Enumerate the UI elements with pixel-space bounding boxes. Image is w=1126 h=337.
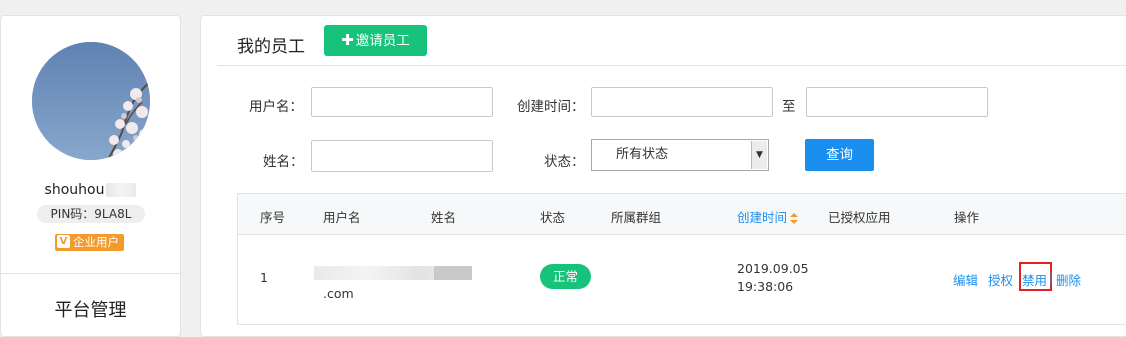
authorize-link[interactable]: 授权 xyxy=(988,270,1013,289)
created-time-label: 创建时间： xyxy=(517,99,585,115)
query-button[interactable]: 查询 xyxy=(805,139,874,171)
col-status: 状态 xyxy=(540,210,566,225)
col-group: 所属群组 xyxy=(611,210,662,225)
row-index: 1 xyxy=(260,270,268,285)
edit-link[interactable]: 编辑 xyxy=(953,270,978,289)
status-label: 状态： xyxy=(544,154,585,170)
platform-menu[interactable]: 平台管理 xyxy=(1,296,180,322)
created-end-input[interactable] xyxy=(806,87,988,117)
username-redacted-dark xyxy=(434,266,472,280)
col-created-sort[interactable]: 创建时间 xyxy=(737,207,799,226)
col-index: 序号 xyxy=(260,210,286,225)
col-apps: 已授权应用 xyxy=(828,210,891,225)
badge-label: 企业用户 xyxy=(73,235,119,249)
page-title: 我的员工 xyxy=(237,37,305,57)
status-select-value: 所有状态 xyxy=(616,147,669,162)
col-username: 用户名 xyxy=(323,210,361,225)
employee-table: 序号 用户名 姓名 状态 所属群组 创建时间 已授权应用 操作 1 .com 正… xyxy=(237,193,1126,325)
enterprise-badge: V 企业用户 xyxy=(55,234,124,251)
action-separator: | xyxy=(1049,270,1054,285)
username-text: shouhou xyxy=(44,182,105,198)
sidebar-divider xyxy=(1,273,180,274)
username-input[interactable] xyxy=(311,87,493,117)
col-actions: 操作 xyxy=(954,210,980,225)
plus-icon: ✚ xyxy=(341,31,354,49)
name-label: 姓名： xyxy=(263,154,304,170)
username-label: 用户名： xyxy=(249,99,303,115)
disable-link[interactable]: 禁用 xyxy=(1022,270,1047,289)
col-name: 姓名 xyxy=(431,210,457,225)
invite-button-label: 邀请员工 xyxy=(355,33,410,49)
sort-icon[interactable] xyxy=(790,213,799,224)
v-icon: V xyxy=(57,235,70,248)
username-redacted xyxy=(106,183,137,197)
row-created-time: 19:38:06 xyxy=(737,279,794,294)
dropdown-arrow-icon[interactable]: ▼ xyxy=(751,141,767,169)
status-badge: 正常 xyxy=(540,264,591,289)
col-created-label: 创建时间 xyxy=(737,210,788,225)
employee-panel: 我的员工 ✚ 邀请员工 用户名： 创建时间： 至 姓名： 状态： 所有状态 ▼ 查… xyxy=(200,15,1126,337)
status-select[interactable]: 所有状态 ▼ xyxy=(591,139,769,171)
delete-link[interactable]: 删除 xyxy=(1056,270,1081,289)
row-created-date: 2019.09.05 xyxy=(737,261,809,276)
username-display: shouhou xyxy=(1,182,180,198)
table-header: 序号 用户名 姓名 状态 所属群组 创建时间 已授权应用 操作 xyxy=(238,194,1126,235)
pin-code: PIN码：9LA8L xyxy=(37,205,145,223)
title-divider xyxy=(217,65,1126,66)
created-start-input[interactable] xyxy=(591,87,773,117)
invite-employee-button[interactable]: ✚ 邀请员工 xyxy=(324,25,427,56)
to-label: 至 xyxy=(782,99,796,115)
row-username-tail: .com xyxy=(323,286,354,301)
user-sidebar: shouhou PIN码：9LA8L V 企业用户 平台管理 xyxy=(0,15,181,337)
name-input[interactable] xyxy=(311,140,493,172)
avatar xyxy=(32,42,150,160)
